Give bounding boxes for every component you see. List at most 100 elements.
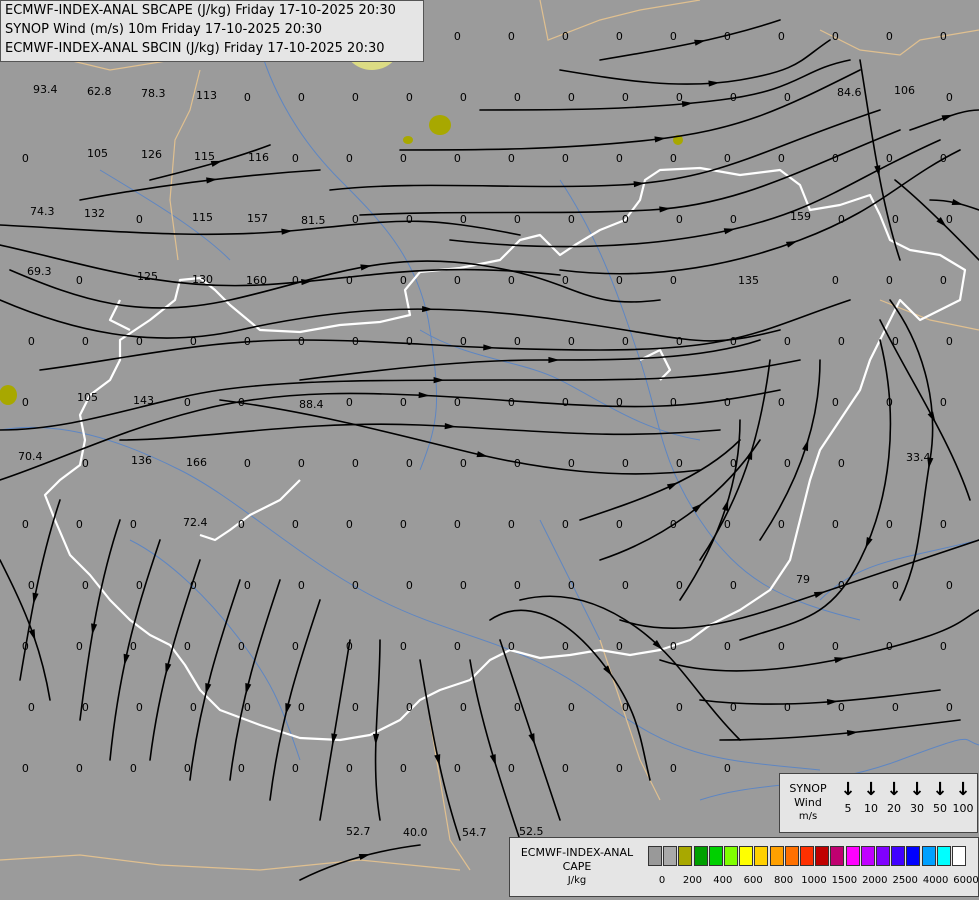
zero-value-label: 0 xyxy=(832,152,839,165)
zero-value-label: 0 xyxy=(76,274,83,287)
zero-value-label: 0 xyxy=(562,640,569,653)
wind-arrow-icon: ↓ xyxy=(932,779,948,800)
zero-value-label: 0 xyxy=(454,640,461,653)
zero-value-label: 0 xyxy=(244,91,251,104)
cape-swatch xyxy=(769,846,784,866)
zero-value-label: 0 xyxy=(346,274,353,287)
zero-value-label: 0 xyxy=(82,457,89,470)
zero-value-label: 0 xyxy=(784,335,791,348)
cape-swatch xyxy=(724,846,738,866)
zero-value-label: 0 xyxy=(670,640,677,653)
zero-value-label: 0 xyxy=(838,701,845,714)
zero-value-label: 0 xyxy=(352,701,359,714)
cape-tick-label: 1000 xyxy=(801,875,827,886)
zero-value-label: 0 xyxy=(892,213,899,226)
map-header: ECMWF-INDEX-ANAL SBCAPE (J/kg) Friday 17… xyxy=(0,0,424,62)
zero-value-label: 0 xyxy=(670,762,677,775)
zero-value-label: 0 xyxy=(508,518,515,531)
zero-value-label: 0 xyxy=(298,91,305,104)
zero-value-label: 0 xyxy=(616,152,623,165)
zero-value-label: 0 xyxy=(292,274,299,287)
zero-value-label: 0 xyxy=(454,152,461,165)
zero-value-label: 0 xyxy=(940,152,947,165)
zero-value-label: 0 xyxy=(406,91,413,104)
wind-arrow-icon: ↓ xyxy=(886,779,902,800)
zero-value-label: 0 xyxy=(460,213,467,226)
zero-value-label: 0 xyxy=(832,396,839,409)
zero-value-label: 0 xyxy=(400,396,407,409)
wind-arrow-icon: ↓ xyxy=(909,779,925,800)
cin-value-label: 106 xyxy=(894,84,915,97)
zero-value-label: 0 xyxy=(778,396,785,409)
zero-value-label: 0 xyxy=(76,518,83,531)
zero-value-label: 0 xyxy=(670,152,677,165)
cape-swatch xyxy=(815,846,830,866)
zero-value-label: 0 xyxy=(400,518,407,531)
zero-value-label: 0 xyxy=(346,396,353,409)
zero-value-label: 0 xyxy=(616,640,623,653)
zero-value-label: 0 xyxy=(568,213,575,226)
cape-swatch xyxy=(830,846,845,866)
zero-value-label: 0 xyxy=(892,335,899,348)
zero-value-label: 0 xyxy=(622,457,629,470)
cape-swatch xyxy=(693,846,708,866)
zero-value-label: 0 xyxy=(946,335,953,348)
map-background xyxy=(0,0,979,900)
cape-swatch xyxy=(876,846,890,866)
cin-value-label: 78.3 xyxy=(141,87,166,100)
zero-value-label: 0 xyxy=(676,91,683,104)
zero-value-label: 0 xyxy=(724,396,731,409)
zero-value-label: 0 xyxy=(454,518,461,531)
zero-value-label: 0 xyxy=(778,518,785,531)
zero-value-label: 0 xyxy=(190,335,197,348)
zero-value-label: 0 xyxy=(244,335,251,348)
zero-value-label: 0 xyxy=(724,762,731,775)
zero-value-label: 0 xyxy=(130,640,137,653)
zero-value-label: 0 xyxy=(130,518,137,531)
zero-value-label: 0 xyxy=(622,579,629,592)
zero-value-label: 0 xyxy=(22,518,29,531)
zero-value-label: 0 xyxy=(616,762,623,775)
cape-swatch xyxy=(754,846,769,866)
cape-tick-label: 6000 xyxy=(953,875,979,886)
wind-arrow-icon: ↓ xyxy=(863,779,879,800)
zero-value-label: 0 xyxy=(406,579,413,592)
cin-value-label: 115 xyxy=(192,211,213,224)
cape-swatch xyxy=(921,846,936,866)
zero-value-label: 0 xyxy=(838,457,845,470)
zero-value-label: 0 xyxy=(454,762,461,775)
cin-value-label: 93.4 xyxy=(33,83,58,96)
zero-value-label: 0 xyxy=(460,457,467,470)
zero-value-label: 0 xyxy=(508,30,515,43)
cin-value-label: 116 xyxy=(248,151,269,164)
zero-value-label: 0 xyxy=(136,335,143,348)
zero-value-label: 0 xyxy=(82,579,89,592)
cin-value-label: 160 xyxy=(246,274,267,287)
cin-value-label: 88.4 xyxy=(299,398,324,411)
wind-arrow-icon: ↓ xyxy=(955,779,971,800)
zero-value-label: 0 xyxy=(508,152,515,165)
zero-value-label: 0 xyxy=(562,396,569,409)
zero-value-label: 0 xyxy=(22,640,29,653)
zero-value-label: 0 xyxy=(22,396,29,409)
zero-value-label: 0 xyxy=(298,457,305,470)
wind-legend: SYNOP Wind m/s ↓ 5 ↓ 10 ↓ 20 ↓ 30 ↓ 50 ↓ 100 xyxy=(779,773,978,833)
cape-swatch xyxy=(845,846,860,866)
zero-value-label: 0 xyxy=(784,457,791,470)
zero-value-label: 0 xyxy=(670,274,677,287)
wind-speed-item: ↓ 30 xyxy=(905,778,929,816)
wind-speed-label: 50 xyxy=(933,802,947,815)
zero-value-label: 0 xyxy=(238,518,245,531)
cin-value-label: 79 xyxy=(796,573,810,586)
cin-value-label: 54.7 xyxy=(462,826,487,839)
zero-value-label: 0 xyxy=(130,762,137,775)
zero-value-label: 0 xyxy=(346,152,353,165)
zero-value-label: 0 xyxy=(568,91,575,104)
zero-value-label: 0 xyxy=(832,518,839,531)
zero-value-label: 0 xyxy=(292,152,299,165)
zero-value-label: 0 xyxy=(670,518,677,531)
zero-value-label: 0 xyxy=(946,579,953,592)
zero-value-label: 0 xyxy=(28,701,35,714)
zero-value-label: 0 xyxy=(190,579,197,592)
zero-value-label: 0 xyxy=(298,335,305,348)
